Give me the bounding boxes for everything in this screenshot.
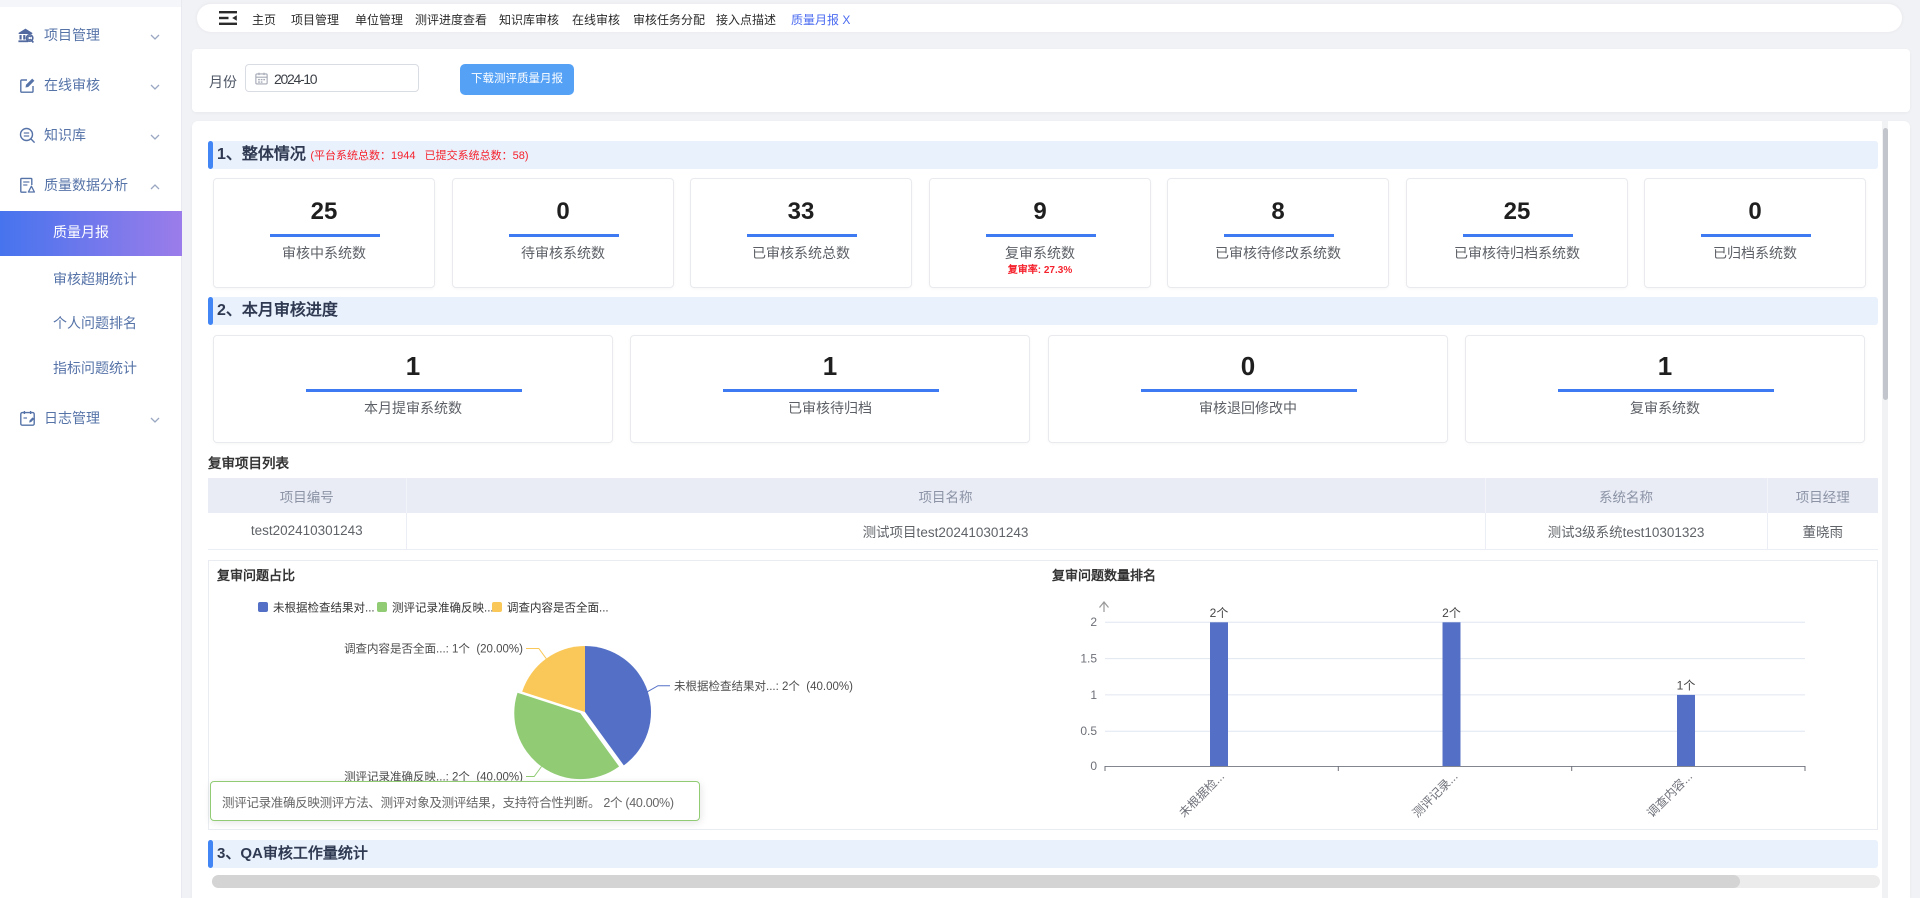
svg-text:2: 2 [1090,615,1097,629]
svg-text:未根据检...: 未根据检... [1175,769,1227,821]
svg-text:1个: 1个 [1677,679,1696,693]
svg-text:测评记录...: 测评记录... [1410,769,1461,820]
svg-text:2个: 2个 [1442,606,1461,620]
svg-text:未根据检查结果对...: 2个 (40.00%): 未根据检查结果对...: 2个 (40.00%) [674,679,853,693]
svg-text:0.5: 0.5 [1080,724,1097,738]
svg-text:0: 0 [1090,759,1097,773]
svg-text:调查内容是否全面...: 调查内容是否全面... [507,601,609,615]
svg-text:未根据检查结果对...: 未根据检查结果对... [273,601,375,615]
svg-text:2个: 2个 [1210,606,1229,620]
svg-text:测评记录准确反映...: 测评记录准确反映... [392,602,494,615]
svg-text:调查内容...: 调查内容... [1643,769,1695,821]
svg-text:调查内容是否全面...: 1个 (20.00%): 调查内容是否全面...: 1个 (20.00%) [344,642,523,656]
svg-text:1: 1 [1090,688,1097,702]
svg-text:1.5: 1.5 [1080,652,1097,666]
